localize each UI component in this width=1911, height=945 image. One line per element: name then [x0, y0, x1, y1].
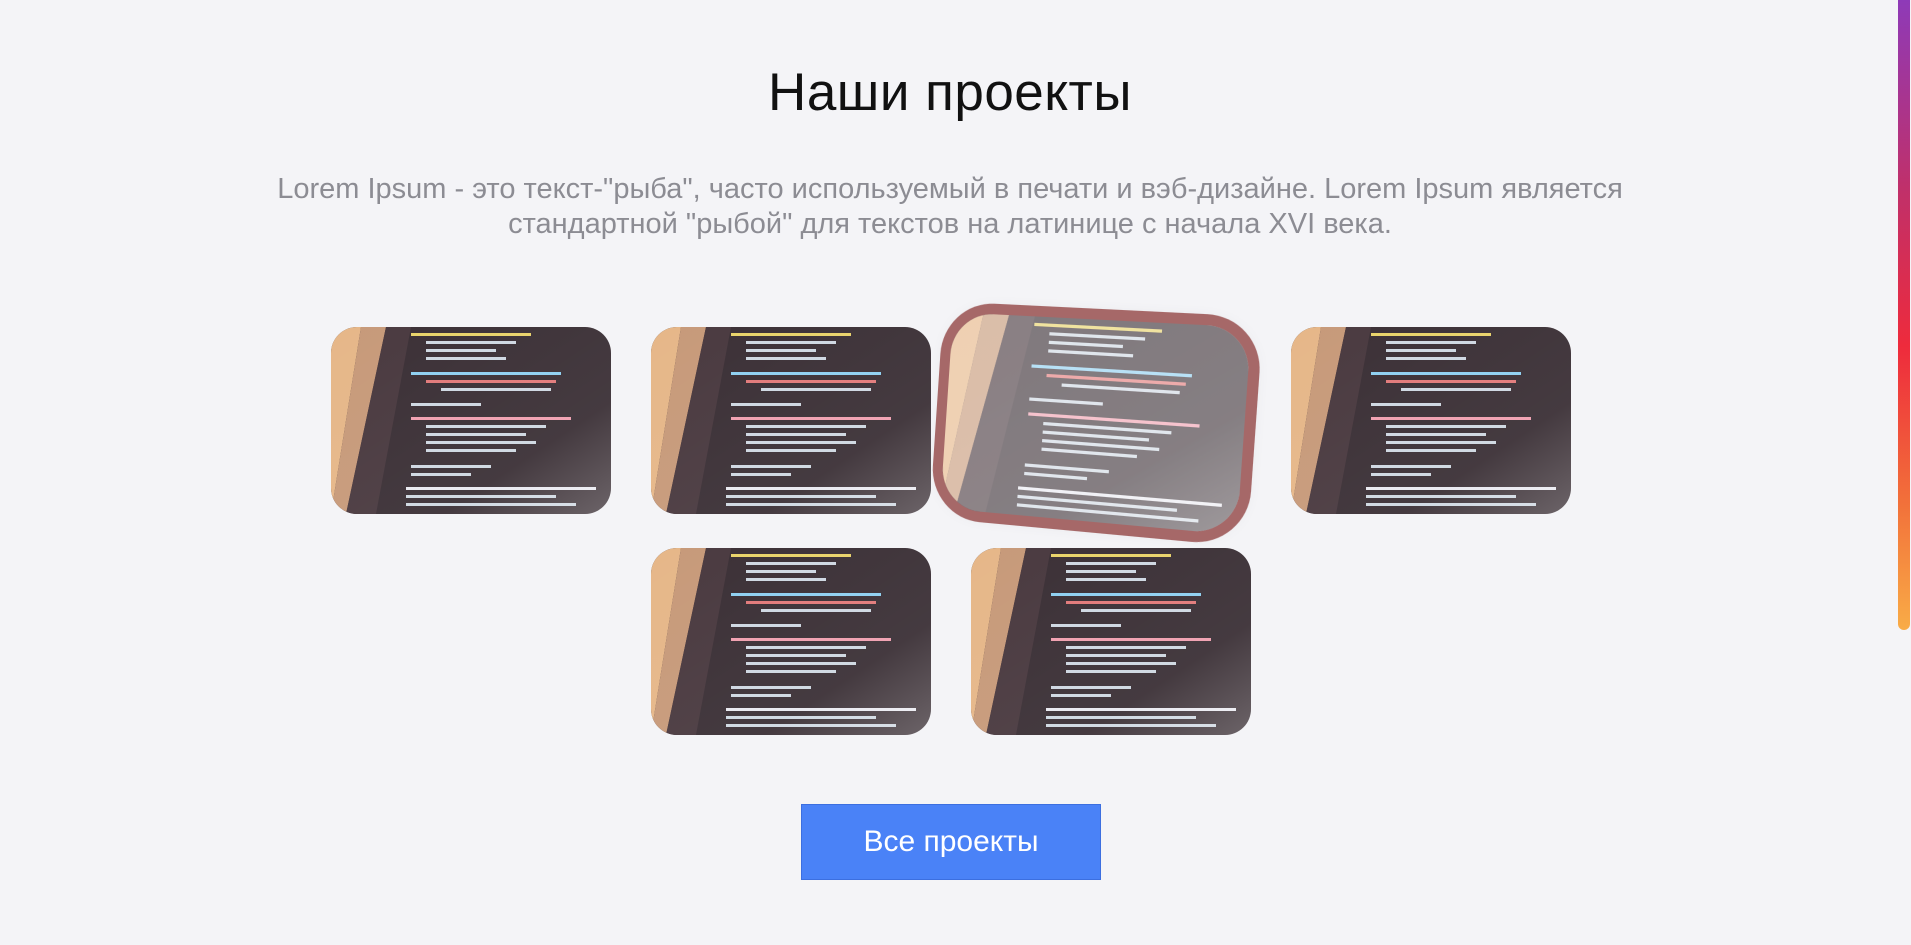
project-card-5[interactable] [651, 548, 931, 735]
section-description: Lorem Ipsum - это текст-"рыба", часто ис… [277, 173, 1623, 240]
project-card-2[interactable] [651, 327, 931, 514]
project-card-3-hovered[interactable] [940, 312, 1252, 535]
code-screen-photo-icon [651, 327, 931, 514]
all-projects-button[interactable]: Все проекты [801, 804, 1101, 880]
page-title: Наши проекты [768, 63, 1132, 122]
scrollbar-thumb[interactable] [1898, 0, 1910, 630]
code-screen-photo-icon [1291, 327, 1571, 514]
project-card-6[interactable] [971, 548, 1251, 735]
project-card-1[interactable] [331, 327, 611, 514]
code-screen-photo-icon [331, 327, 611, 514]
code-screen-photo-icon [971, 548, 1251, 735]
scrollbar[interactable] [1897, 0, 1911, 945]
hover-overlay [940, 312, 1252, 535]
code-screen-photo-icon [651, 548, 931, 735]
project-card-4[interactable] [1291, 327, 1571, 514]
